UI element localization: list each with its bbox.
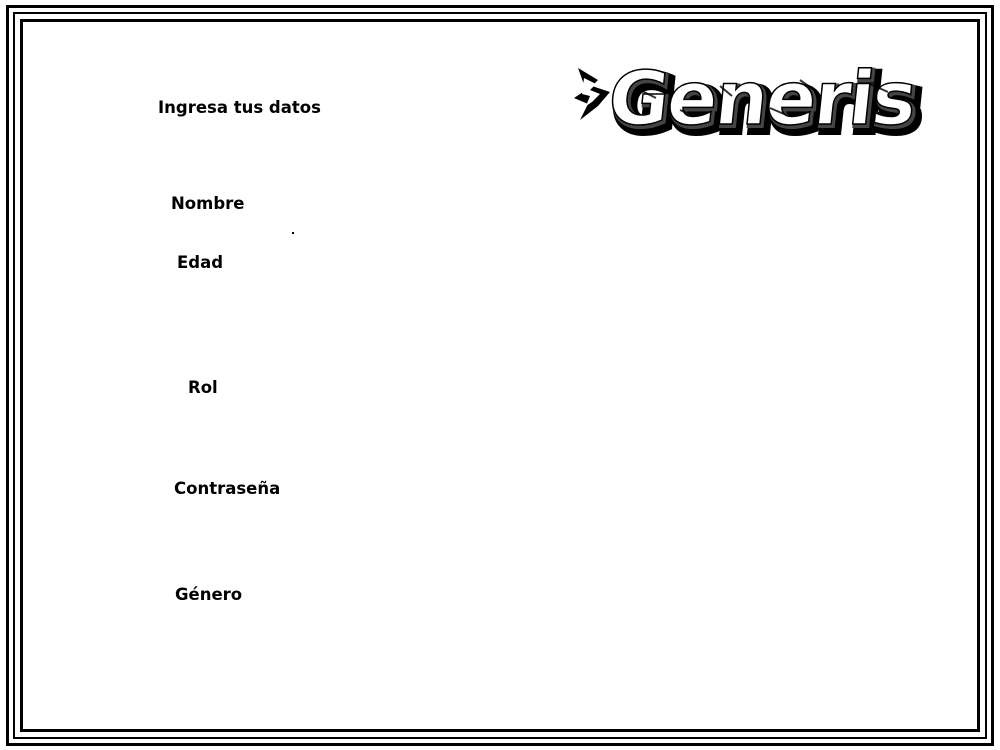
svg-text:Generis: Generis bbox=[604, 56, 919, 142]
stray-dot bbox=[292, 232, 294, 234]
edad-label: Edad bbox=[177, 253, 224, 272]
page-frame: Ingresa tus datos Nombre Edad Rol Contra… bbox=[0, 0, 1000, 750]
generis-logo: Generis Generis Generis bbox=[574, 55, 929, 142]
nombre-label: Nombre bbox=[171, 194, 245, 213]
contrasena-label: Contraseña bbox=[174, 479, 281, 498]
rol-label: Rol bbox=[188, 378, 218, 397]
genero-label: Género bbox=[175, 585, 243, 604]
form-heading: Ingresa tus datos bbox=[158, 98, 321, 117]
